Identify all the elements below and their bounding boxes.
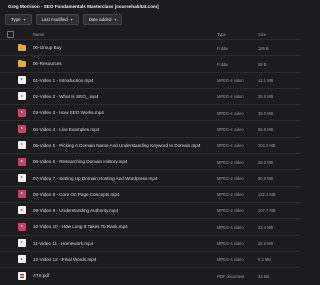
file-size: 29.3 MB [258, 159, 274, 165]
file-row[interactable]: 02-Video 2 - What Is SEO_.mp4 MPEG-4 vide… [0, 87, 300, 104]
file-size: 23 KB [258, 273, 270, 279]
file-name: 12-Video 12 - Final Words.mp4 [33, 257, 97, 263]
column-header-type[interactable]: Type [217, 32, 226, 37]
filter-type-button[interactable]: Type ▾ [5, 14, 32, 25]
file-size: 26.8 MB [258, 94, 274, 100]
chevron-down-icon: ▾ [114, 17, 117, 22]
file-row[interactable]: 06-Video 6 - Researching Domain History.… [0, 153, 300, 169]
file-type: MPEG-4 video [217, 257, 244, 263]
video-file-light-icon [18, 92, 26, 101]
file-size: 122.2 MB [258, 192, 276, 198]
list-header: Name Type Size [0, 30, 300, 39]
video-file-light-icon [18, 239, 26, 248]
file-row[interactable]: 04-Video 4 - Live Examples.mp4 MPEG-4 vid… [0, 120, 300, 136]
folder-icon [18, 43, 26, 51]
file-type: PDF document [217, 273, 245, 279]
file-size: 65.8 MB [258, 126, 274, 132]
file-name: 05-Video 5 - Picking A Domain Name And U… [33, 142, 201, 148]
file-row[interactable]: ATS.pdf PDF document 23 KB [0, 267, 300, 283]
file-row[interactable]: 00-Group Buy Folder 189 B [0, 39, 300, 55]
file-row[interactable]: 09-Video 9 - Understanding Authority.mp4… [0, 201, 300, 218]
pdf-file-icon [18, 271, 26, 280]
file-type: Folder [217, 61, 229, 67]
file-size: 41.1 MB [258, 78, 274, 84]
file-row[interactable]: 00-Resources Folder 58 B [0, 55, 300, 71]
file-row[interactable]: 07-Video 7 - Setting Up Domain Hosting A… [0, 169, 300, 185]
video-file-light-icon [18, 76, 26, 85]
video-file-icon [18, 222, 26, 231]
video-file-light-icon [18, 206, 26, 215]
video-file-icon [18, 190, 26, 199]
file-type: MPEG-4 video [217, 126, 244, 132]
video-file-light-icon [18, 255, 26, 264]
video-file-icon [18, 108, 26, 117]
column-header-size[interactable]: Size [258, 32, 266, 37]
file-size: 6.3 MB [258, 257, 271, 263]
file-type: MPEG-4 video [217, 208, 244, 214]
file-name: ATS.pdf [33, 273, 50, 279]
select-all-checkbox[interactable] [7, 31, 14, 38]
filter-date-added-button[interactable]: Date added ▾ [82, 14, 123, 25]
file-type: MPEG-4 video [217, 241, 244, 247]
file-type: MPEG-4 video [217, 192, 244, 198]
file-size: 90.9 MB [258, 175, 274, 181]
file-name: 11-Video 11 - Homework.mp4 [33, 240, 94, 246]
filter-last-modified-label: Last modified [41, 17, 68, 22]
file-name: 02-Video 2 - What Is SEO_.mp4 [33, 94, 99, 100]
file-name: 09-Video 9 - Understanding Authority.mp4 [33, 208, 119, 214]
file-type: Folder [217, 45, 229, 51]
file-type: MPEG-4 video [217, 94, 244, 100]
folder-title: Greg Morrison - SEO Fundamentals Masterc… [8, 4, 159, 9]
file-name: 03-Video 3 - How SEO Works.mp4 [33, 110, 104, 116]
filter-last-modified-button[interactable]: Last modified ▾ [35, 14, 79, 25]
file-name: 10-Video 10 - How Long It Takes To Rank.… [33, 224, 128, 230]
file-type: MPEG-4 video [217, 78, 244, 84]
file-type: MPEG-4 video [217, 143, 244, 149]
filter-date-added-label: Date added [88, 17, 112, 22]
video-file-icon [18, 124, 26, 133]
file-row[interactable]: 08-Video 8 - Core On Page Concepts.mp4 MP… [0, 185, 300, 202]
file-size: 107.7 MB [258, 208, 276, 214]
filter-bar: Type ▾ Last modified ▾ Date added ▾ [5, 14, 123, 25]
file-row[interactable]: 11-Video 11 - Homework.mp4 MPEG-4 video 26… [0, 234, 300, 251]
file-row[interactable]: 03-Video 3 - How SEO Works.mp4 MPEG-4 vid… [0, 104, 300, 120]
file-row[interactable]: 12-Video 12 - Final Words.mp4 MPEG-4 vide… [0, 250, 300, 267]
file-size: 36.0 MB [258, 110, 274, 116]
file-size: 26.6 MB [258, 241, 274, 247]
chevron-down-icon: ▾ [70, 17, 73, 22]
file-name: 06-Video 6 - Researching Domain History.… [33, 159, 128, 165]
file-row[interactable]: 10-Video 10 - How Long It Takes To Rank.… [0, 218, 300, 234]
column-header-name[interactable]: Name [33, 32, 44, 37]
video-file-light-icon [18, 173, 26, 182]
file-name: 04-Video 4 - Live Examples.mp4 [33, 126, 100, 132]
file-name: 00-Resources [33, 61, 62, 67]
folder-icon [18, 59, 26, 68]
file-name: 00-Group Buy [33, 45, 62, 51]
file-name: 07-Video 7 - Setting Up Domain Hosting A… [33, 175, 158, 181]
file-row[interactable]: 05-Video 5 - Picking A Domain Name And U… [0, 136, 300, 153]
file-type: MPEG-4 video [217, 224, 244, 230]
file-size: 58 B [258, 61, 267, 67]
file-type: MPEG-4 video [217, 110, 244, 116]
video-file-light-icon [18, 141, 26, 150]
video-file-icon [18, 157, 26, 166]
file-size: 189 B [258, 45, 269, 51]
file-name: 01-Video 1 - Introduction.mp4 [33, 77, 94, 83]
file-list: 00-Group Buy Folder 189 B 00-Resources Folde… [0, 39, 300, 283]
filter-type-label: Type [11, 17, 21, 22]
file-name: 08-Video 8 - Core On Page Concepts.mp4 [33, 191, 120, 197]
file-size: 33.4 MB [258, 224, 274, 230]
chevron-down-icon: ▾ [23, 17, 26, 22]
file-type: MPEG-4 video [217, 159, 244, 165]
file-row[interactable]: 01-Video 1 - Introduction.mp4 MPEG-4 vide… [0, 71, 300, 88]
file-size: 103.3 MB [258, 143, 276, 149]
file-type: MPEG-4 video [217, 175, 244, 181]
